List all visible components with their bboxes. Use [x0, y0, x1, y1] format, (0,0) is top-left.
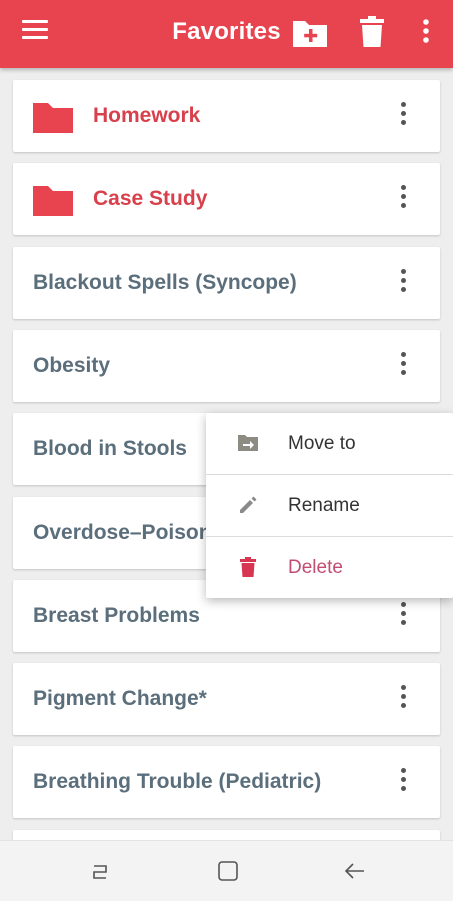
list-item[interactable]: Pigment Change*: [13, 663, 440, 735]
home-icon[interactable]: [214, 857, 242, 885]
list-item-label: Obesity: [33, 354, 111, 377]
menu-item-label: Rename: [288, 495, 360, 516]
folder-icon: [33, 103, 73, 133]
more-vert-icon[interactable]: [391, 269, 415, 297]
list-item[interactable]: Blackout Spells (Syncope): [13, 247, 440, 319]
folder-icon: [33, 186, 73, 216]
more-vert-icon[interactable]: [406, 12, 446, 52]
more-vert-icon[interactable]: [391, 352, 415, 380]
pencil-icon: [240, 496, 257, 513]
list-item-label: Blackout Spells (Syncope): [33, 271, 297, 294]
context-menu: Move to Rename Delete: [206, 413, 453, 598]
system-nav-bar: [0, 840, 453, 901]
more-vert-icon[interactable]: [391, 185, 415, 213]
more-vert-icon[interactable]: [391, 602, 415, 630]
more-vert-icon[interactable]: [391, 768, 415, 796]
more-vert-icon[interactable]: [391, 102, 415, 130]
menu-item-delete[interactable]: Delete: [206, 537, 453, 598]
add-folder-icon[interactable]: [290, 12, 330, 52]
menu-item-label: Delete: [288, 557, 343, 578]
list-item-label: Breast Problems: [33, 604, 200, 627]
more-vert-icon[interactable]: [391, 685, 415, 713]
trash-icon: [240, 557, 256, 577]
app-bar: Favorites: [0, 0, 453, 68]
list-item[interactable]: Breathing Trouble (Pediatric): [13, 746, 440, 818]
list-item-label: Homework: [93, 104, 201, 127]
list-item[interactable]: Homework: [13, 80, 440, 152]
list-item-label: Breathing Trouble (Pediatric): [33, 770, 322, 793]
list-item-label: Blood in Stools: [33, 437, 187, 460]
list-item-label: Pigment Change*: [33, 687, 207, 710]
move-to-folder-icon: [238, 435, 258, 451]
list-item[interactable]: Obesity: [13, 330, 440, 402]
trash-icon[interactable]: [352, 12, 392, 52]
menu-item-label: Move to: [288, 433, 356, 454]
list-item-label: Case Study: [93, 187, 208, 210]
menu-item-move-to[interactable]: Move to: [206, 413, 453, 474]
recent-apps-icon[interactable]: [88, 857, 116, 885]
list-item[interactable]: Case Study: [13, 163, 440, 235]
menu-item-rename[interactable]: Rename: [206, 475, 453, 536]
back-icon[interactable]: [342, 857, 370, 885]
